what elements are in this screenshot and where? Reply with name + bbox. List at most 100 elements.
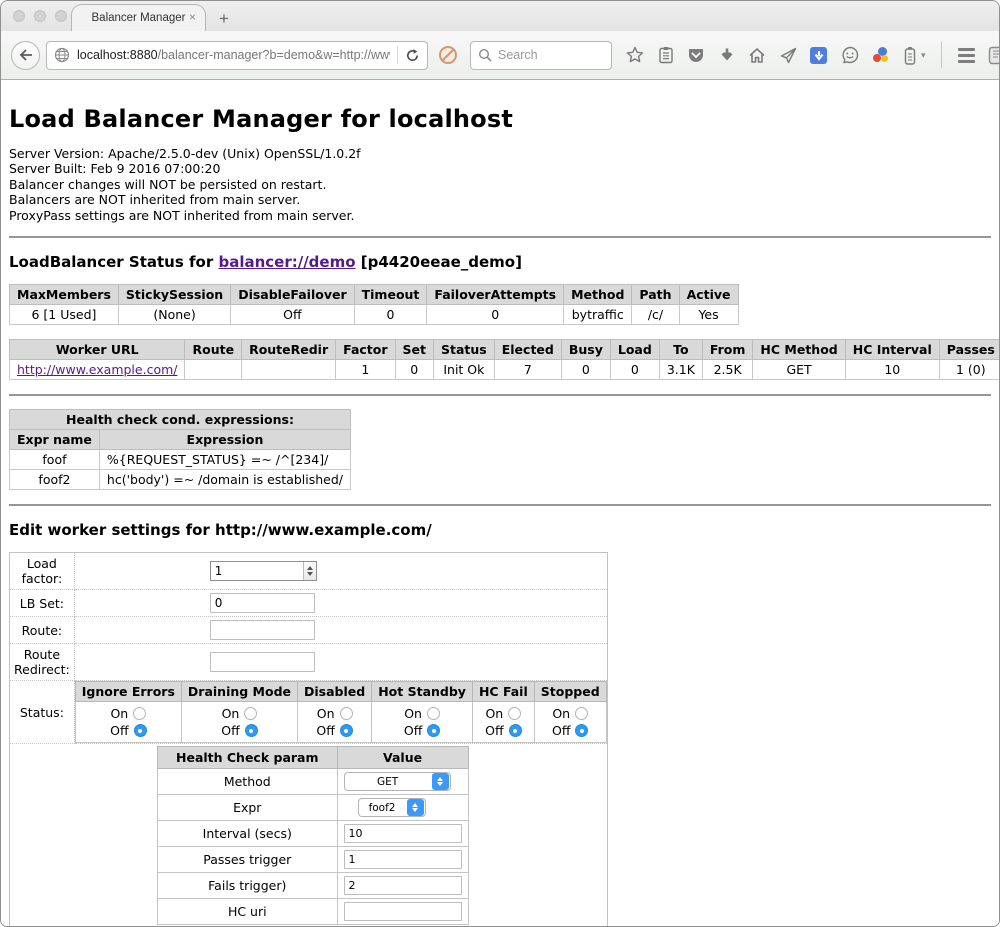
url-text[interactable]: localhost:8880/balancer-manager?b=demo&w… (77, 48, 390, 62)
white-down-arrow-icon (814, 50, 824, 61)
table-row: foof2 hc('body') =~ /domain is establish… (10, 470, 351, 490)
proxypass-inherit-line: ProxyPass settings are NOT inherited fro… (9, 208, 991, 223)
send-tab-button[interactable] (780, 47, 797, 64)
edit-worker-settings-heading: Edit worker settings for http://www.exam… (9, 521, 991, 539)
overflow-caret-icon[interactable]: ▾ (921, 50, 926, 61)
back-button[interactable] (11, 41, 40, 70)
reading-list-button[interactable] (658, 46, 674, 64)
divider (9, 394, 991, 396)
download-arrow-icon (719, 47, 735, 64)
lb-set-input[interactable] (210, 593, 315, 613)
hc-fail-off-radio[interactable] (509, 724, 522, 737)
browser-window: Balancer Manager × + localhost:8880/bala… (0, 0, 1000, 927)
home-button[interactable] (748, 47, 766, 64)
load-factor-row: Load factor: 1 (10, 553, 608, 590)
table-header-row: Expr name Expression (10, 430, 351, 450)
lb-set-label: LB Set: (10, 590, 75, 617)
hc-uri-input[interactable] (344, 902, 462, 921)
search-icon (478, 48, 492, 62)
fails-label: Fails trigger) (158, 873, 338, 899)
tab-grid-extension-button[interactable] (988, 46, 1000, 65)
toolbar-separator (941, 42, 942, 68)
colored-dots-extension-button[interactable] (872, 47, 890, 63)
hc-uri-row: HC uri (158, 899, 469, 925)
worker-status-table: Worker URL Route RouteRedir Factor Set S… (9, 339, 1000, 380)
url-bar[interactable]: localhost:8880/balancer-manager?b=demo&w… (46, 41, 428, 70)
stopped-off-radio[interactable] (575, 724, 588, 737)
table-row: http://www.example.com/ 1 0 Init Ok 7 0 … (10, 360, 1000, 380)
new-tab-button[interactable]: + (213, 9, 235, 29)
number-spinner-icon[interactable] (303, 562, 316, 580)
disabled-on-radio[interactable] (340, 707, 353, 720)
navigation-toolbar: localhost:8880/balancer-manager?b=demo&w… (1, 31, 999, 80)
status-row: Status: Ignore Errors Draining Mode Disa… (10, 681, 608, 744)
passes-label: Passes trigger (158, 847, 338, 873)
interval-input[interactable] (344, 824, 462, 843)
hot-standby-on-radio[interactable] (427, 707, 440, 720)
table-header-row: Worker URL Route RouteRedir Factor Set S… (10, 340, 1000, 360)
reload-icon[interactable] (405, 48, 420, 63)
passes-input[interactable] (344, 850, 462, 869)
hc-fail-on-radio[interactable] (508, 707, 521, 720)
pocket-button[interactable] (687, 47, 705, 64)
tab-close-icon[interactable]: × (189, 10, 196, 24)
smiley-icon (841, 46, 859, 64)
fails-input[interactable] (344, 876, 462, 895)
bookmark-star-button[interactable] (626, 46, 644, 64)
server-info: Server Version: Apache/2.5.0-dev (Unix) … (9, 146, 991, 223)
ignore-errors-off-radio[interactable] (134, 724, 147, 737)
hc-uri-label: HC uri (158, 899, 338, 925)
stopped-on-radio[interactable] (575, 707, 588, 720)
loadbalancer-status-heading: LoadBalancer Status for balancer://demo … (9, 253, 991, 271)
status-options-table: Ignore Errors Draining Mode Disabled Hot… (75, 681, 607, 743)
worker-url-link[interactable]: http://www.example.com/ (17, 362, 177, 377)
route-label: Route: (10, 617, 75, 644)
battery-icon (904, 46, 916, 65)
persist-warning-line: Balancer changes will NOT be persisted o… (9, 177, 991, 192)
close-window-button[interactable] (13, 10, 25, 22)
health-check-params-table: Health Check param Value Method GET (157, 746, 469, 925)
hot-standby-off-radio[interactable] (427, 724, 440, 737)
interval-label: Interval (secs) (158, 821, 338, 847)
draining-mode-on-radio[interactable] (244, 707, 257, 720)
minimize-window-button[interactable] (34, 10, 46, 22)
divider (9, 504, 991, 506)
menu-button[interactable] (958, 48, 975, 63)
feedback-smiley-button[interactable] (841, 46, 859, 64)
expr-select[interactable]: foof2 (358, 798, 426, 817)
window-controls (13, 10, 67, 22)
back-arrow-icon (19, 49, 33, 61)
table-row: foof %{REQUEST_STATUS} =~ /^[234]/ (10, 450, 351, 470)
expr-label: Expr (158, 795, 338, 821)
downloads-button[interactable] (719, 47, 735, 64)
tab-balancer-manager[interactable]: Balancer Manager × (71, 4, 206, 31)
select-stepper-icon (407, 799, 424, 816)
route-redirect-input[interactable] (210, 652, 315, 672)
method-select[interactable]: GET (344, 772, 451, 791)
health-check-expressions-table: Health check cond. expressions: Expr nam… (9, 409, 351, 490)
disabled-off-radio[interactable] (340, 724, 353, 737)
search-field[interactable]: Search (470, 41, 612, 70)
pocket-icon (687, 47, 705, 64)
balancer-inherit-line: Balancers are NOT inherited from main se… (9, 192, 991, 207)
ignore-errors-on-radio[interactable] (133, 707, 146, 720)
status-radio-row: On Off On Off On Off (75, 702, 606, 743)
lb-set-row: LB Set: (10, 590, 608, 617)
page-title: Load Balancer Manager for localhost (9, 80, 991, 133)
load-factor-input[interactable]: 1 (210, 561, 317, 581)
extension-download-button[interactable] (810, 47, 827, 64)
zoom-window-button[interactable] (55, 10, 67, 22)
draining-mode-off-radio[interactable] (245, 724, 258, 737)
colored-dots-icon (872, 47, 890, 63)
route-input[interactable] (210, 620, 315, 640)
worker-settings-form: Load factor: 1 LB Set: Route: Route Redi… (9, 552, 608, 927)
battery-extension-button[interactable] (904, 46, 916, 65)
balancer-demo-link[interactable]: balancer://demo (218, 253, 355, 271)
search-placeholder: Search (498, 48, 538, 62)
fails-row: Fails trigger) (158, 873, 469, 899)
globe-icon[interactable] (54, 47, 70, 63)
blocked-content-button[interactable] (438, 45, 458, 65)
disabled-cell: On Off (298, 702, 372, 743)
table-header-row: MaxMembers StickySession DisableFailover… (10, 285, 739, 305)
route-redirect-row: Route Redirect: (10, 644, 608, 681)
